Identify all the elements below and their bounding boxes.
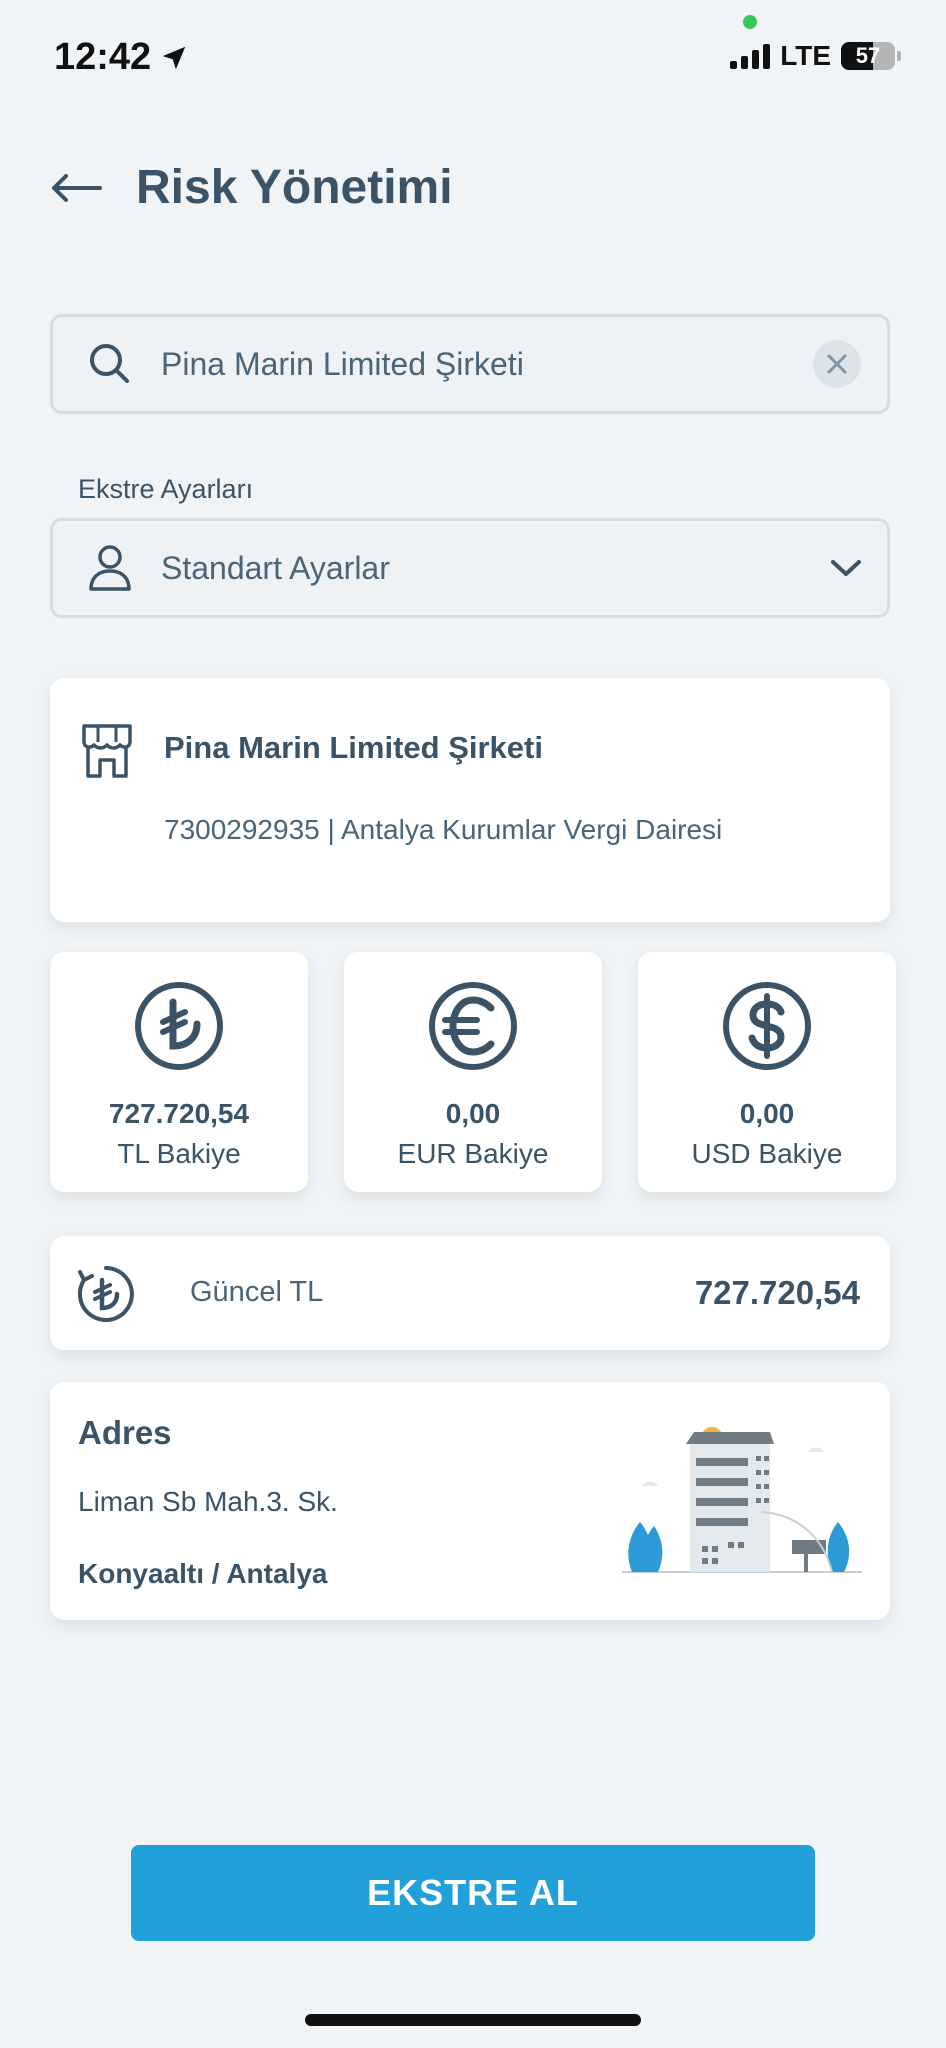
page-title: Risk Yönetimi — [136, 161, 453, 214]
eur-balance-label: EUR Bakiye — [397, 1138, 549, 1169]
status-time-text: 12:42 — [54, 36, 152, 78]
building-illustration — [622, 1427, 862, 1573]
search-icon — [87, 341, 133, 387]
address-street: Liman Sb Mah.3. Sk. — [78, 1486, 338, 1517]
lira-refresh-icon — [77, 1266, 134, 1322]
statement-settings-select[interactable]: Standart Ayarlar — [50, 518, 890, 618]
company-details: 7300292935 | Antalya Kurumlar Vergi Dair… — [164, 814, 723, 845]
status-time: 12:42 — [54, 36, 189, 79]
selected-setting: Standart Ayarlar — [161, 549, 390, 586]
current-tl-amount: 727.720,54 — [694, 1274, 860, 1311]
privacy-indicator-dot — [743, 15, 757, 29]
battery-icon: 57 — [841, 42, 895, 70]
company-card[interactable]: Pina Marin Limited Şirketi 7300292935 | … — [50, 678, 890, 922]
eur-balance-amount: 0,00 — [445, 1098, 501, 1129]
search-input[interactable]: Pina Marin Limited Şirketi — [161, 346, 813, 383]
signal-icon — [730, 43, 771, 69]
current-tl-card: Güncel TL 727.720,54 — [50, 1236, 890, 1350]
store-icon — [82, 724, 132, 778]
address-card: Adres Liman Sb Mah.3. Sk. Konyaaltı / An… — [50, 1382, 890, 1620]
company-name: Pina Marin Limited Şirketi — [164, 730, 543, 765]
balance-card-usd: 0,00 USD Bakiye — [638, 952, 896, 1192]
euro-icon — [429, 982, 517, 1070]
tl-balance-label: TL Bakiye — [117, 1138, 241, 1169]
tl-balance-amount: 727.720,54 — [108, 1098, 250, 1129]
close-icon — [827, 354, 847, 374]
dollar-icon — [723, 982, 811, 1070]
address-title: Adres — [78, 1414, 172, 1451]
get-statement-button[interactable]: EKSTRE AL — [131, 1845, 815, 1941]
home-indicator — [305, 2014, 641, 2026]
balance-card-eur: 0,00 EUR Bakiye — [344, 952, 602, 1192]
arrow-left-icon[interactable] — [50, 173, 102, 203]
network-label: LTE — [780, 40, 831, 71]
balance-card-tl: 727.720,54 TL Bakiye — [50, 952, 308, 1192]
user-icon — [87, 545, 133, 591]
battery-tip — [897, 51, 901, 61]
status-right: LTE 57 — [730, 40, 901, 72]
usd-balance-amount: 0,00 — [739, 1098, 795, 1129]
statement-settings-label: Ekstre Ayarları — [78, 474, 254, 504]
chevron-down-icon — [831, 560, 861, 576]
location-arrow-icon — [162, 46, 186, 69]
battery-level: 57 — [855, 43, 881, 68]
page-header: Risk Yönetimi — [50, 160, 453, 215]
lira-icon — [135, 982, 223, 1070]
clear-search-button[interactable] — [813, 340, 861, 388]
usd-balance-label: USD Bakiye — [691, 1138, 843, 1169]
search-field[interactable]: Pina Marin Limited Şirketi — [50, 314, 890, 414]
current-tl-label: Güncel TL — [190, 1276, 324, 1308]
address-city: Konyaaltı / Antalya — [78, 1558, 328, 1589]
